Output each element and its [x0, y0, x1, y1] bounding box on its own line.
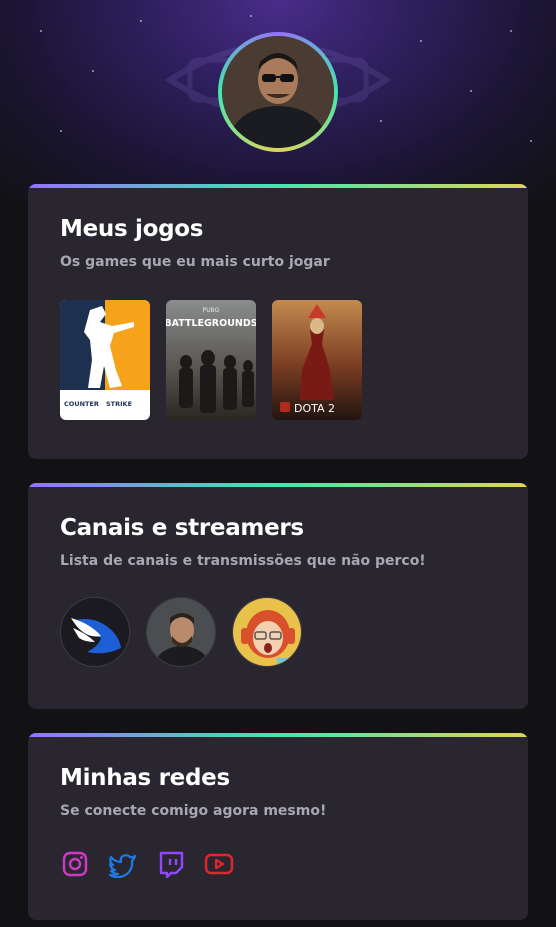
pubg-label-bottom: BATTLEGROUNDS: [166, 318, 256, 329]
page: Meus jogos Os games que eu mais curto jo…: [0, 0, 556, 927]
game-counter-strike[interactable]: COUNTER STRIKE: [60, 300, 150, 420]
instagram-link[interactable]: [60, 849, 90, 879]
socials-list: [60, 849, 234, 879]
games-title: Meus jogos: [60, 216, 204, 242]
game-pubg[interactable]: PUBG BATTLEGROUNDS: [166, 300, 256, 420]
channels-list: [60, 597, 302, 667]
twitter-icon: [108, 854, 137, 878]
games-card: Meus jogos Os games que eu mais curto jo…: [28, 184, 528, 459]
channel-3[interactable]: [232, 597, 302, 667]
socials-title: Minhas redes: [60, 765, 230, 791]
channel-2[interactable]: [146, 597, 216, 667]
redhead-streamer-avatar-icon: [233, 598, 301, 666]
socials-card: Minhas redes Se conecte comigo agora mes…: [28, 733, 528, 920]
avatar-photo: [222, 36, 334, 148]
cs-label-top: COUNTER: [64, 400, 99, 408]
games-list: COUNTER STRIKE PUBG BATTLEGROUNDS DOTA 2: [60, 300, 362, 420]
twitter-link[interactable]: [108, 849, 138, 879]
channels-subtitle: Lista de canais e transmissões que não p…: [60, 553, 426, 569]
instagram-icon: [62, 851, 88, 877]
profile-avatar: [218, 32, 338, 152]
winged-logo-icon: [61, 598, 129, 666]
games-subtitle: Os games que eu mais curto jogar: [60, 254, 330, 270]
dota-label: DOTA 2: [294, 402, 335, 415]
channels-card: Canais e streamers Lista de canais e tra…: [28, 483, 528, 709]
channel-1[interactable]: [60, 597, 130, 667]
channels-title: Canais e streamers: [60, 515, 304, 541]
pubg-label-top: PUBG: [203, 307, 220, 314]
twitch-icon: [159, 851, 184, 878]
person-avatar-icon: [222, 36, 334, 148]
socials-subtitle: Se conecte comigo agora mesmo!: [60, 803, 327, 819]
twitch-link[interactable]: [156, 849, 186, 879]
youtube-link[interactable]: [204, 849, 234, 879]
youtube-icon: [204, 853, 234, 875]
cs-label-bottom: STRIKE: [106, 400, 132, 408]
streamer-avatar-icon: [147, 598, 215, 666]
game-dota2[interactable]: DOTA 2: [272, 300, 362, 420]
